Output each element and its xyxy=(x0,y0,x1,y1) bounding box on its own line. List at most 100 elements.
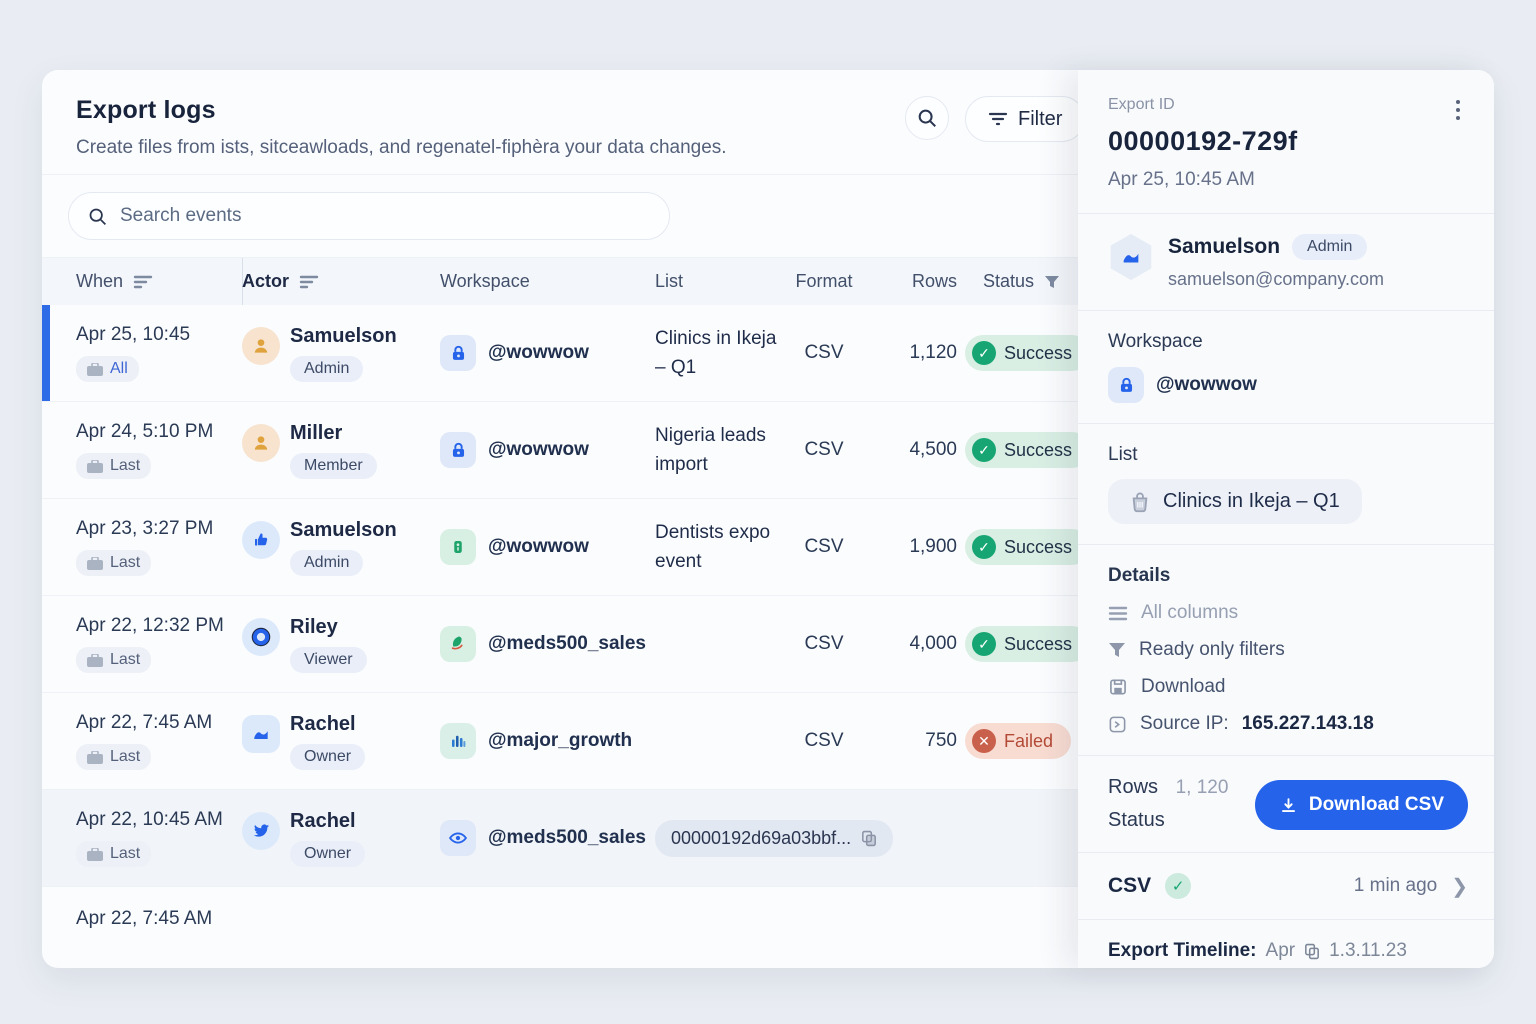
lock-icon xyxy=(440,432,476,468)
format-cell: CSV xyxy=(788,439,860,461)
list-cell: Dentists expo event xyxy=(655,518,788,577)
download-csv-button[interactable]: Download CSV xyxy=(1255,780,1468,830)
check-icon: ✓ xyxy=(972,438,996,462)
role-badge: Owner xyxy=(290,841,365,867)
thumb-up-avatar-icon xyxy=(242,521,280,559)
lock-icon xyxy=(1108,367,1144,403)
role-badge: Member xyxy=(290,453,377,479)
copy-icon xyxy=(1304,943,1320,960)
briefcase-icon xyxy=(87,363,103,376)
workspace-cell: @wowwow xyxy=(440,529,655,565)
search-box[interactable] xyxy=(68,192,670,240)
status-badge: ✓ Success xyxy=(965,626,1090,662)
briefcase-icon xyxy=(87,848,103,861)
user-role-badge: Admin xyxy=(1292,234,1367,260)
role-badge: Owner xyxy=(290,744,365,770)
rowcount-cell: 4,000 xyxy=(860,633,957,655)
briefcase-icon xyxy=(87,751,103,764)
format-cell: CSV xyxy=(788,633,860,655)
actor-cell: Samuelson Admin xyxy=(242,519,440,576)
rowcount-cell: 1,900 xyxy=(860,536,957,558)
rowcount-cell: 1,120 xyxy=(860,342,957,364)
person-green-icon xyxy=(440,529,476,565)
detail-source-ip: Source IP: 165.227.143.18 xyxy=(1108,713,1468,735)
column-header-format[interactable]: Format xyxy=(788,258,860,305)
column-header-when[interactable]: When xyxy=(76,258,243,305)
when-badge: Last xyxy=(76,550,151,576)
user-email: samuelson@company.com xyxy=(1168,269,1384,290)
sort-icon xyxy=(299,274,319,290)
role-badge: Admin xyxy=(290,550,363,576)
filter-label: Filter xyxy=(1018,108,1062,131)
panel-file-row[interactable]: CSV ✓ 1 min ago ❯ xyxy=(1078,853,1494,920)
when-badge: Last xyxy=(76,647,151,673)
kebab-menu-icon[interactable] xyxy=(1446,96,1470,124)
timeline-version: 1.3.11.23 xyxy=(1329,940,1407,962)
column-header-rows[interactable]: Rows xyxy=(860,258,957,305)
details-label: Details xyxy=(1108,565,1468,587)
when-cell: Apr 25, 10:45 All xyxy=(76,324,242,382)
export-logs-card: Export logs Create files from ists, sitc… xyxy=(42,70,1494,968)
workspace-name: @wowwow xyxy=(1156,374,1257,396)
panel-list-section: List Clinics in Ikeja – Q1 xyxy=(1078,424,1494,545)
ring-avatar-icon xyxy=(242,618,280,656)
column-header-workspace[interactable]: Workspace xyxy=(440,258,655,305)
filter-button[interactable]: Filter xyxy=(965,96,1085,142)
column-header-actor[interactable]: Actor xyxy=(242,258,440,305)
person-avatar-icon xyxy=(242,327,280,365)
check-icon: ✓ xyxy=(972,341,996,365)
briefcase-icon xyxy=(87,557,103,570)
export-timestamp: Apr 25, 10:45 AM xyxy=(1108,169,1468,191)
when-badge: Last xyxy=(76,453,151,479)
header-search-button[interactable] xyxy=(905,96,949,140)
list-cell: Nigeria leads import xyxy=(655,421,788,480)
status-badge: ✕ Failed xyxy=(965,723,1071,759)
workspace-cell: @major_growth xyxy=(440,723,655,759)
rows-label: Rows xyxy=(1108,776,1158,798)
when-badge: Last xyxy=(76,744,151,770)
list-name: Clinics in Ikeja – Q1 xyxy=(1163,490,1340,513)
actor-cell: Samuelson Admin xyxy=(242,325,440,382)
filter-icon xyxy=(988,110,1008,128)
briefcase-icon xyxy=(87,654,103,667)
status-badge: ✓ Success xyxy=(965,529,1090,565)
format-cell: CSV xyxy=(788,342,860,364)
column-header-list[interactable]: List xyxy=(655,258,788,305)
source-ip-value: 165.227.143.18 xyxy=(1242,713,1374,735)
rowcount-cell: 750 xyxy=(860,730,957,752)
actor-cell: Rachel Owner xyxy=(242,713,440,770)
status-filter-icon xyxy=(1044,274,1060,290)
panel-id-section: Export ID 00000192-729f Apr 25, 10:45 AM xyxy=(1078,70,1494,214)
chevron-right-icon[interactable]: ❯ xyxy=(1451,874,1468,899)
bag-icon xyxy=(1130,491,1150,513)
export-id-value: 00000192-729f xyxy=(1108,126,1468,157)
timeline-label: Export Timeline: xyxy=(1108,940,1257,962)
search-input[interactable] xyxy=(120,205,620,227)
when-badge: All xyxy=(76,356,139,382)
export-id-pill[interactable]: 00000192d69a03bbf... xyxy=(655,820,893,857)
download-icon xyxy=(1279,796,1298,815)
briefcase-icon xyxy=(87,460,103,473)
panel-user-section: Samuelson Admin samuelson@company.com xyxy=(1078,214,1494,311)
list-pill[interactable]: Clinics in Ikeja – Q1 xyxy=(1108,479,1362,524)
check-icon: ✓ xyxy=(972,632,996,656)
hamburger-icon xyxy=(1108,606,1128,621)
panel-details-section: Details All columns Ready only filters xyxy=(1078,545,1494,756)
leaf-icon xyxy=(440,626,476,662)
panel-footer: Export Timeline: Apr 1.3.11.23 xyxy=(1078,920,1494,982)
when-cell: Apr 22, 7:45 AM Last xyxy=(76,712,242,770)
workspace-cell: @meds500_sales xyxy=(440,626,655,662)
panel-rows-status-section: Rows 1, 120 Status Download CSV xyxy=(1078,756,1494,853)
detail-all-columns: All columns xyxy=(1108,602,1468,624)
when-cell: Apr 22, 7:45 AM xyxy=(76,908,242,930)
file-format: CSV xyxy=(1108,874,1151,898)
funnel-icon xyxy=(1108,641,1126,659)
panel-workspace-section: Workspace @wowwow xyxy=(1078,311,1494,424)
detail-ready-only-filters: Ready only filters xyxy=(1108,639,1468,661)
cross-icon: ✕ xyxy=(972,729,996,753)
when-cell: Apr 23, 3:27 PM Last xyxy=(76,518,242,576)
when-cell: Apr 24, 5:10 PM Last xyxy=(76,421,242,479)
actor-cell: Miller Member xyxy=(242,422,440,479)
copy-icon[interactable] xyxy=(861,830,877,847)
file-time: 1 min ago xyxy=(1354,875,1437,897)
